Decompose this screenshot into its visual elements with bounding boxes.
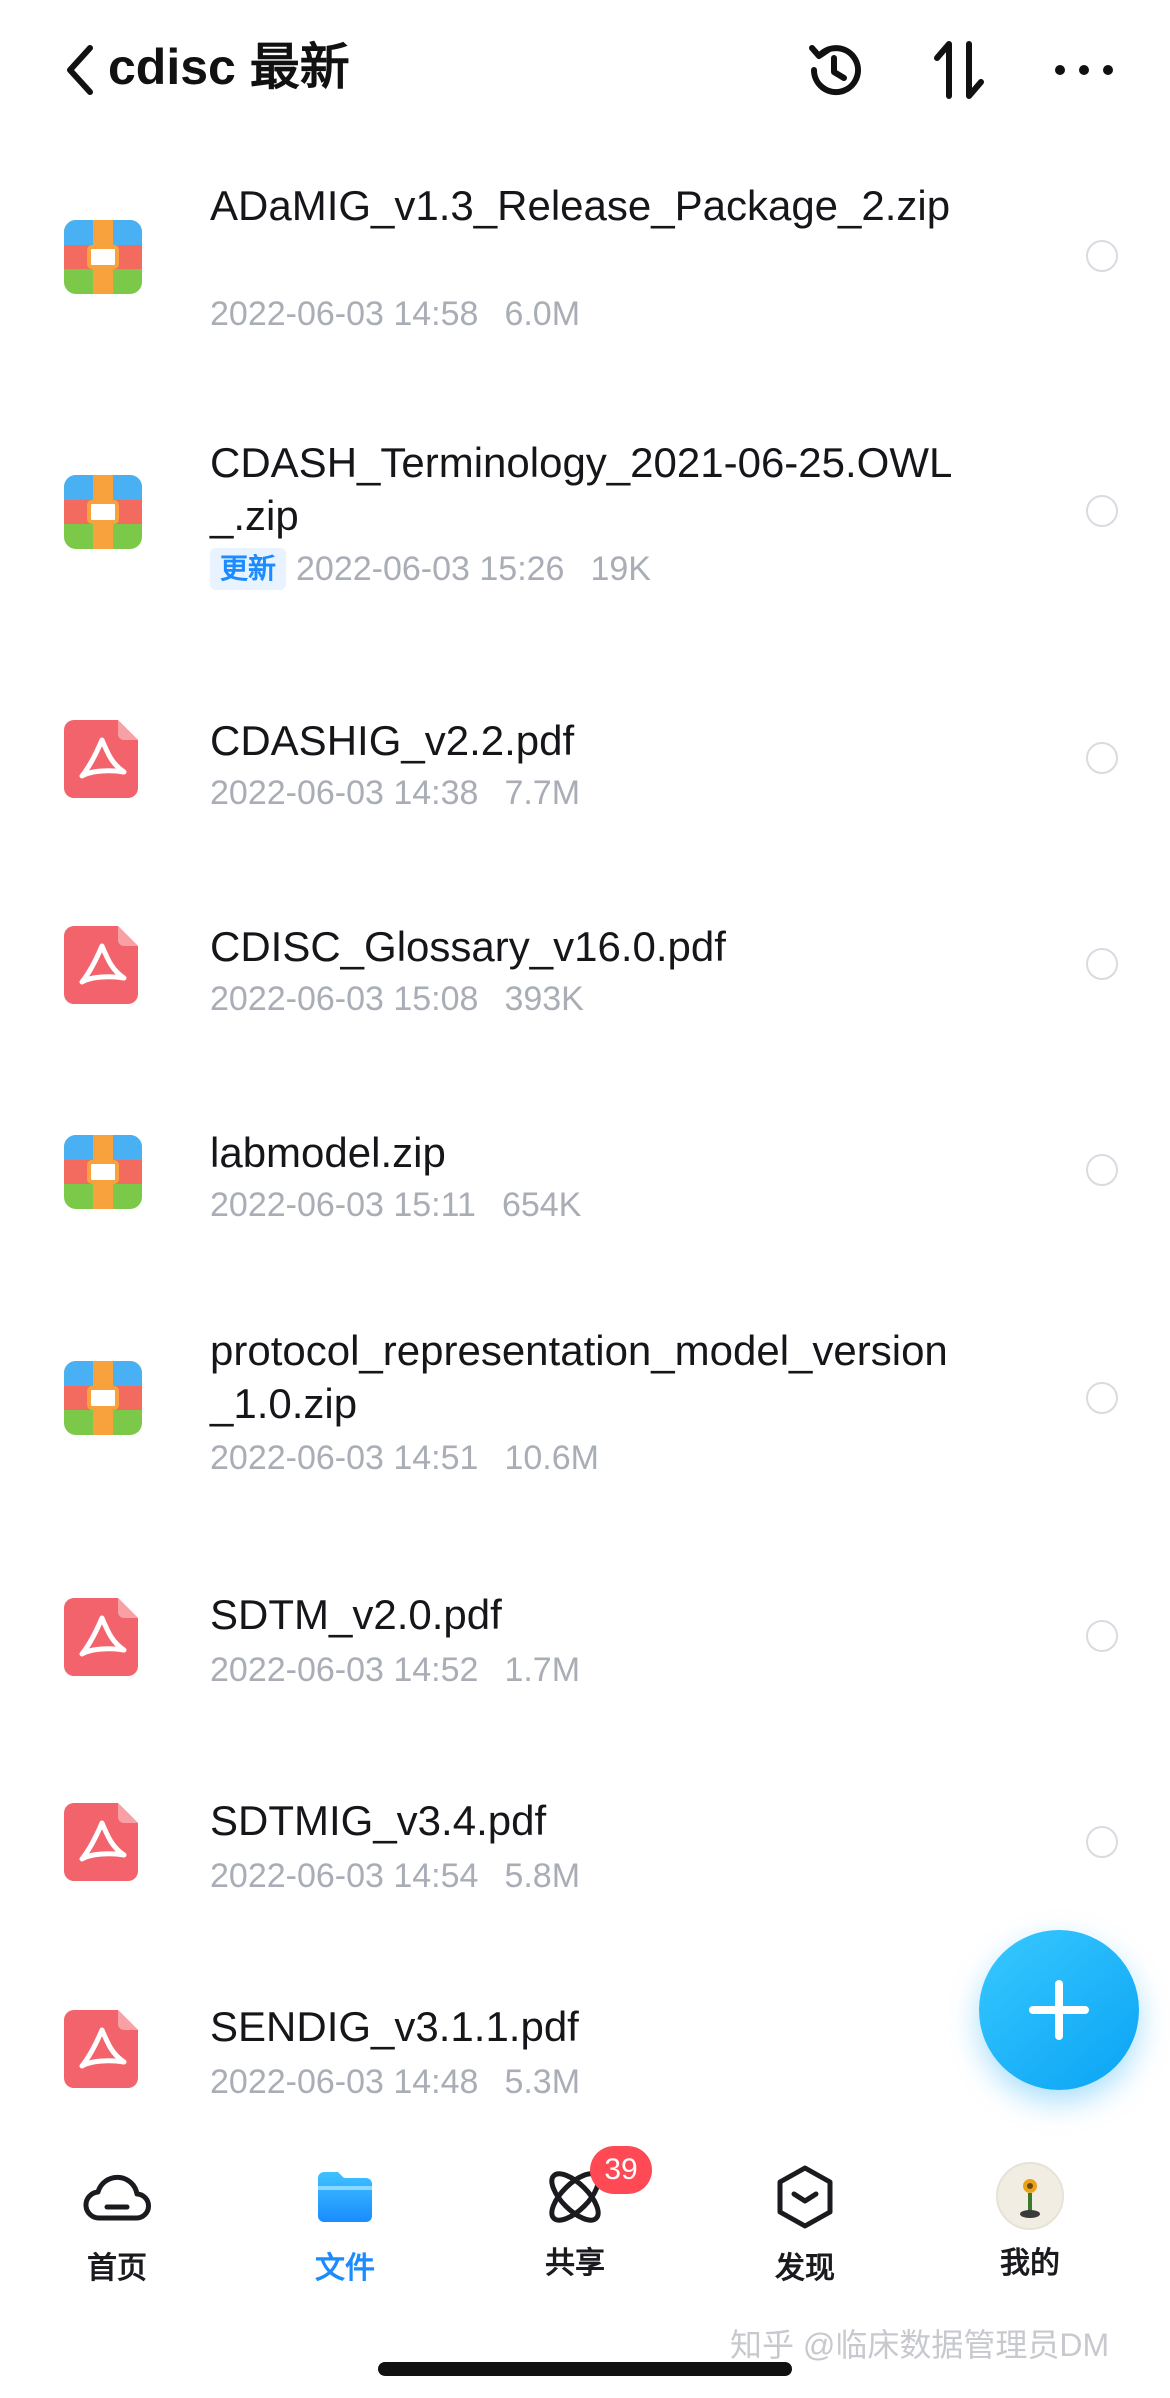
file-size: 654K	[501, 1186, 582, 1224]
select-radio[interactable]	[1086, 1826, 1118, 1858]
file-size: 393K	[504, 980, 584, 1018]
file-size: 19K	[590, 550, 651, 588]
zip-file-icon	[64, 1135, 142, 1209]
file-date: 2022-06-03 15:11	[210, 1186, 476, 1224]
tab-home[interactable]: 首页	[42, 2162, 192, 2302]
file-row[interactable]: SDTM_v2.0.pdf 2022-06-03 14:52 1.7M	[0, 1540, 1170, 1746]
file-meta: 更新 2022-06-03 15:26 19K	[210, 547, 651, 591]
pdf-file-icon	[64, 1598, 138, 1676]
file-row[interactable]: CDASHIG_v2.2.pdf 2022-06-03 14:38 7.7M	[0, 664, 1170, 870]
zip-file-icon	[64, 475, 142, 549]
tab-label: 共享	[545, 2247, 605, 2280]
file-row[interactable]: ADaMIG_v1.3_Release_Package_2.zip 2022-0…	[0, 160, 1170, 400]
pdf-file-icon	[64, 2010, 138, 2088]
tab-label: 文件	[315, 2252, 375, 2285]
file-date: 2022-06-03 15:08	[210, 980, 479, 1018]
avatar-icon	[996, 2162, 1064, 2230]
select-radio[interactable]	[1086, 495, 1118, 527]
file-size: 7.7M	[504, 774, 581, 812]
folder-icon	[318, 2172, 372, 2222]
tab-label: 我的	[1000, 2247, 1060, 2280]
file-date: 2022-06-03 14:54	[210, 1857, 479, 1895]
file-meta: 2022-06-03 14:58 6.0M	[210, 292, 580, 336]
file-date: 2022-06-03 15:26	[296, 550, 565, 588]
select-radio[interactable]	[1086, 1154, 1118, 1186]
pdf-file-icon	[64, 720, 138, 798]
file-name: SENDIG_v3.1.1.pdf	[210, 2003, 579, 2050]
file-meta: 2022-06-03 14:52 1.7M	[210, 1648, 580, 1692]
home-indicator[interactable]	[378, 2362, 792, 2376]
file-row[interactable]: SDTMIG_v3.4.pdf 2022-06-03 14:54 5.8M	[0, 1746, 1170, 1952]
file-meta: 2022-06-03 14:51 10.6M	[210, 1436, 599, 1480]
file-name: labmodel.zip	[210, 1129, 446, 1176]
add-button[interactable]	[979, 1930, 1139, 2090]
pdf-file-icon	[64, 1803, 138, 1881]
file-meta: 2022-06-03 14:38 7.7M	[210, 771, 580, 815]
file-name: SDTM_v2.0.pdf	[210, 1591, 502, 1638]
notification-badge: 39	[590, 2146, 652, 2194]
watermark: 知乎 @临床数据管理员DM	[730, 2327, 1110, 2363]
sort-icon[interactable]	[925, 36, 993, 104]
file-meta: 2022-06-03 15:11 654K	[210, 1183, 581, 1227]
file-row[interactable]: labmodel.zip 2022-06-03 15:11 654K	[0, 1076, 1170, 1282]
file-date: 2022-06-03 14:38	[210, 774, 479, 812]
file-row[interactable]: CDASH_Terminology_2021-06-25.OWL_.zip 更新…	[0, 400, 1170, 664]
select-radio[interactable]	[1086, 240, 1118, 272]
select-radio[interactable]	[1086, 742, 1118, 774]
top-bar: cdisc 最新	[0, 0, 1170, 140]
file-meta: 2022-06-03 14:54 5.8M	[210, 1854, 580, 1898]
select-radio[interactable]	[1086, 948, 1118, 980]
file-size: 10.6M	[504, 1439, 599, 1477]
file-size: 5.8M	[504, 1857, 581, 1895]
cube-icon	[777, 2165, 833, 2229]
cloud-icon	[83, 2174, 151, 2221]
file-name: ADaMIG_v1.3_Release_Package_2.zip	[210, 182, 951, 229]
zip-file-icon	[64, 1361, 142, 1435]
chevron-left-icon[interactable]	[60, 40, 100, 100]
file-size: 1.7M	[504, 1651, 581, 1689]
pdf-file-icon	[64, 926, 138, 1004]
file-date: 2022-06-03 14:58	[210, 295, 479, 333]
file-meta: 2022-06-03 15:08 393K	[210, 977, 584, 1021]
file-date: 2022-06-03 14:51	[210, 1439, 479, 1477]
tab-label: 发现	[775, 2252, 835, 2285]
tab-discover[interactable]: 发现	[730, 2162, 880, 2302]
file-name: CDISC_Glossary_v16.0.pdf	[210, 923, 726, 970]
more-dots-icon[interactable]	[1050, 36, 1118, 104]
file-name: CDASH_Terminology_2021-06-25.OWL_.zip	[210, 439, 953, 539]
tab-label: 首页	[87, 2252, 147, 2285]
file-size: 6.0M	[504, 295, 581, 333]
file-row[interactable]: CDISC_Glossary_v16.0.pdf 2022-06-03 15:0…	[0, 870, 1170, 1076]
file-name: CDASHIG_v2.2.pdf	[210, 717, 575, 764]
select-radio[interactable]	[1086, 1620, 1118, 1652]
update-badge: 更新	[210, 548, 287, 590]
page-title: cdisc 最新	[108, 39, 350, 95]
history-icon[interactable]	[800, 36, 868, 104]
select-radio[interactable]	[1086, 1382, 1118, 1414]
file-date: 2022-06-03 14:52	[210, 1651, 479, 1689]
file-name: SDTMIG_v3.4.pdf	[210, 1797, 547, 1844]
zip-file-icon	[64, 220, 142, 294]
file-row[interactable]: protocol_representation_model_version_1.…	[0, 1282, 1170, 1540]
tab-me[interactable]: 我的	[955, 2162, 1105, 2302]
file-date: 2022-06-03 14:48	[210, 2063, 479, 2101]
file-size: 5.3M	[504, 2063, 581, 2101]
file-meta: 2022-06-03 14:48 5.3M	[210, 2060, 580, 2104]
tab-share[interactable]: 39 共享	[500, 2146, 652, 2302]
file-name: protocol_representation_model_version_1.…	[210, 1327, 948, 1427]
tab-files[interactable]: 文件	[270, 2162, 420, 2302]
